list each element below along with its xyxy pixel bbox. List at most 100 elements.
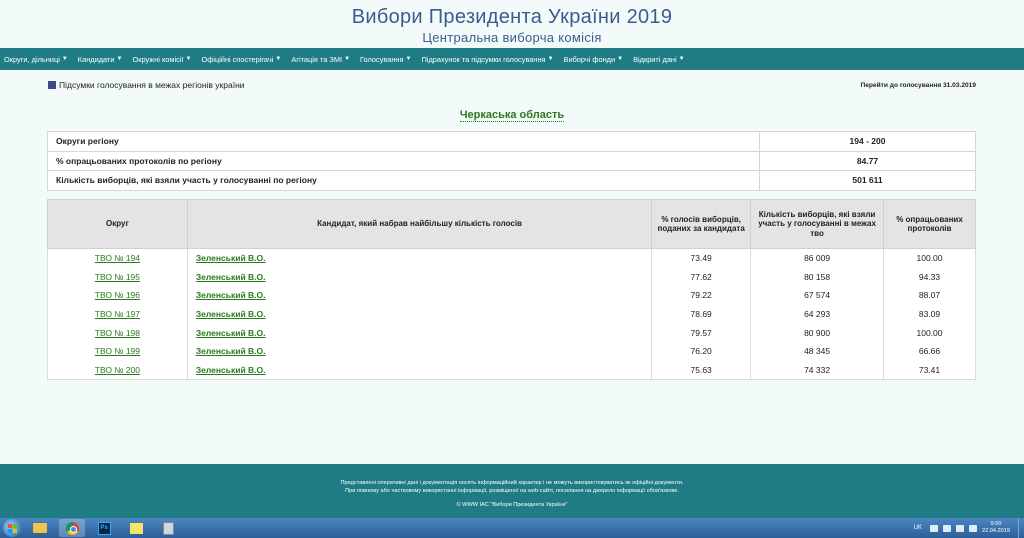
okrug-link[interactable]: ТВО № 194 [95,253,140,263]
nav-item-okrugy[interactable]: Округи, дільниці ▼ [4,55,68,64]
okrug-link[interactable]: ТВО № 197 [95,309,140,319]
language-indicator[interactable]: UK [914,525,922,531]
show-desktop-button[interactable] [1018,518,1024,538]
turnout-cell: 74 332 [750,360,884,380]
summary-value: 84.77 [759,150,976,171]
okrug-cell: ТВО № 200 [47,360,188,380]
nav-item-kandydaty[interactable]: Кандидати ▼ [78,55,123,64]
table-row: ТВО № 198 Зеленський В.О. 79.57 80 900 1… [47,323,976,342]
okrug-cell: ТВО № 196 [47,285,188,305]
nav-item-label: Офіційні спостерігачі [201,54,274,64]
nav-item-fondy[interactable]: Виборчі фонди ▼ [564,55,624,64]
candidate-link[interactable]: Зеленський В.О. [196,365,266,375]
caret-down-icon: ▼ [116,56,123,62]
caret-down-icon: ▼ [405,56,412,62]
nav-item-sposterigachi[interactable]: Офіційні спостерігачі ▼ [201,55,281,64]
taskbar-explorer[interactable] [27,519,53,537]
candidate-cell: Зеленський В.О. [186,360,653,380]
nav-item-label: Підрахунок та підсумки голосування [421,54,546,64]
pct-votes-cell: 78.69 [651,304,752,324]
pct-protocols-cell: 94.33 [883,267,976,286]
candidate-link[interactable]: Зеленський В.О. [196,309,266,319]
okrug-link[interactable]: ТВО № 199 [95,346,140,356]
caret-down-icon: ▼ [678,56,685,62]
pct-votes-cell: 76.20 [651,341,752,361]
goto-first-round-link[interactable]: Перейти до голосування 31.03.2019 [861,82,977,89]
windows-logo-icon [7,523,17,533]
tray-expand-icon[interactable] [930,524,938,532]
nav-item-label: Округи, дільниці [4,54,60,64]
col-header-pct-protocols: % опрацьованих протоколів [883,199,976,249]
taskbar-chrome[interactable] [59,519,85,537]
turnout-cell: 80 900 [750,323,884,342]
caret-down-icon: ▼ [547,56,554,62]
candidate-link[interactable]: Зеленський В.О. [196,346,266,356]
region-title: Черкаська область [0,109,1024,122]
taskbar-sticky-notes[interactable] [123,519,149,537]
summary-label: Кількість виборців, які взяли участь у г… [47,170,760,191]
page-title: Вибори Президента України 2019 [351,6,673,28]
turnout-cell: 67 574 [750,285,884,305]
candidate-link[interactable]: Зеленський В.О. [196,290,266,300]
pct-votes-cell: 75.63 [651,360,752,380]
nav-item-label: Кандидати [77,54,115,64]
nav-item-label: Окружні комісії [132,54,184,64]
pct-protocols-cell: 73.41 [883,360,976,380]
candidate-link[interactable]: Зеленський В.О. [196,328,266,338]
summary-label: Округи регіону [47,131,760,152]
photoshop-icon: Ps [97,521,111,535]
candidate-cell: Зеленський В.О. [186,285,653,305]
nav-item-label: Голосування [360,54,404,64]
clock-time: 9:00 [990,521,1002,528]
okrug-cell: ТВО № 198 [47,323,188,342]
table-row: ТВО № 195 Зеленський В.О. 77.62 80 158 9… [47,267,976,286]
clock[interactable]: 9:00 22.04.2019 [982,521,1010,534]
summary-label: % опрацьованих протоколів по регіону [47,150,760,171]
col-header-candidate: Кандидат, який набрав найбільшу кількіст… [186,199,653,249]
nav-item-agitatsiia[interactable]: Агітація та ЗМІ ▼ [291,55,350,64]
breadcrumb: Підсумки голосування в межах регіонів ук… [48,80,245,90]
main-nav: Округи, дільниці ▼ Кандидати ▼ Окружні ком… [0,48,1024,70]
nav-item-holosuvannia[interactable]: Голосування ▼ [360,55,411,64]
volume-icon[interactable] [956,524,964,532]
candidate-cell: Зеленський В.О. [186,267,653,286]
nav-item-label: Виборчі фонди [563,54,616,64]
system-tray: UK 9:00 22.04.2019 [914,518,1024,538]
okrug-link[interactable]: ТВО № 198 [95,328,140,338]
okrug-link[interactable]: ТВО № 200 [95,365,140,375]
col-header-turnout: Кількість виборців, які взяли участь у г… [750,199,884,249]
okrug-cell: ТВО № 195 [47,267,188,286]
candidate-link[interactable]: Зеленський В.О. [196,253,266,263]
network-icon[interactable] [943,524,951,532]
okrug-cell: ТВО № 194 [47,248,188,268]
taskbar-calculator[interactable] [155,519,181,537]
okrug-link[interactable]: ТВО № 196 [95,290,140,300]
caret-down-icon: ▼ [617,56,624,62]
turnout-cell: 48 345 [750,341,884,361]
caret-down-icon: ▼ [344,56,351,62]
candidate-link[interactable]: Зеленський В.О. [196,272,266,282]
pct-votes-cell: 77.62 [651,267,752,286]
okrug-link[interactable]: ТВО № 195 [95,272,140,282]
calculator-icon [162,521,174,535]
square-bullet-icon [48,81,56,89]
flag-icon[interactable] [969,524,977,532]
results-table: Округ Кандидат, який набрав найбільшу кі… [47,199,976,380]
okrug-cell: ТВО № 199 [47,341,188,361]
start-button[interactable] [3,519,21,537]
nav-item-label: Агітація та ЗМІ [291,54,343,64]
windows-taskbar: Ps UK 9:00 22.04.2019 [0,518,1024,538]
nav-item-komisii[interactable]: Окружні комісії ▼ [132,55,191,64]
pct-votes-cell: 79.22 [651,285,752,305]
region-title-text: Черкаська область [459,109,565,122]
nav-item-pidrakhunok[interactable]: Підрахунок та підсумки голосування ▼ [421,55,553,64]
pct-protocols-cell: 88.07 [883,285,976,305]
site-footer: Представлені оперативні дані і документа… [0,464,1024,518]
page-subtitle: Центральна виборча комісія [422,30,602,45]
region-summary-table: Округи регіону 194 - 200 % опрацьованих … [47,131,976,191]
nav-item-vidkryti-dani[interactable]: Відкриті дані ▼ [633,55,685,64]
candidate-cell: Зеленський В.О. [186,248,653,268]
pct-protocols-cell: 100.00 [883,248,976,268]
summary-row: Кількість виборців, які взяли участь у г… [47,170,976,191]
taskbar-photoshop[interactable]: Ps [91,519,117,537]
